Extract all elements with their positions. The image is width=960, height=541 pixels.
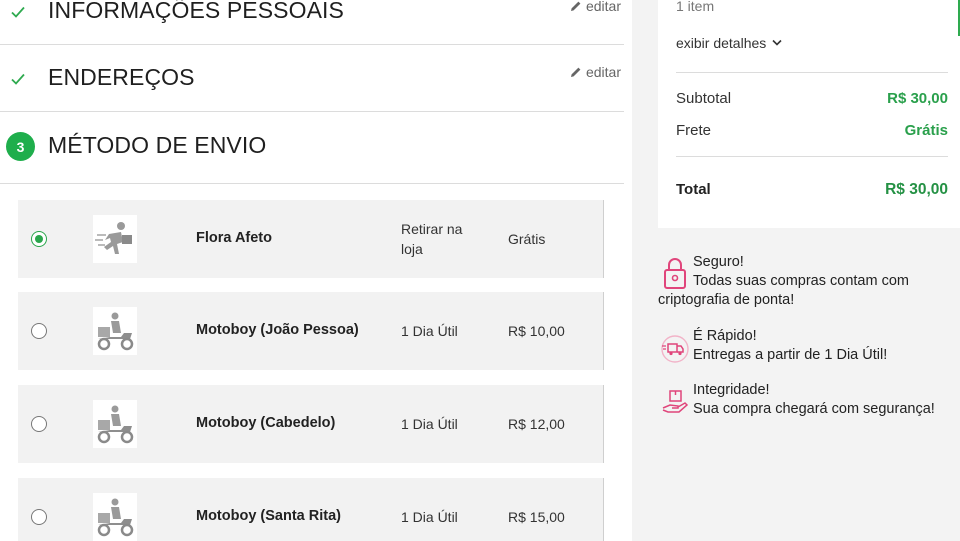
step-title: MÉTODO DE ENVIO <box>48 132 267 158</box>
check-icon <box>10 71 26 91</box>
feature-title: Seguro! <box>693 254 744 270</box>
step-addresses: ENDEREÇOS editar <box>0 45 624 112</box>
shipping-option[interactable]: Motoboy (Cabedelo) 1 Dia Útil R$ 12,00 <box>18 385 604 463</box>
total-value: R$ 30,00 <box>885 181 948 198</box>
subtotal-label: Subtotal <box>676 90 732 107</box>
shipping-name: Motoboy (Cabedelo) <box>196 415 336 431</box>
subtotal-value: R$ 30,00 <box>887 90 948 107</box>
step-shipping-method: 3 MÉTODO DE ENVIO <box>0 112 624 184</box>
shipping-time: 1 Dia Útil <box>401 323 458 339</box>
running-courier-icon <box>93 215 137 263</box>
shipping-label: Frete <box>676 122 712 139</box>
edit-label: editar <box>585 0 621 14</box>
shipping-time: Retirar na loja <box>401 221 463 257</box>
shipping-option[interactable]: Motoboy (Santa Rita) 1 Dia Útil R$ 15,00 <box>18 478 604 541</box>
shipping-option[interactable]: Flora Afeto Retirar na loja Grátis <box>18 200 604 278</box>
shipping-name: Motoboy (Santa Rita) <box>196 508 341 524</box>
step-title: INFORMAÇÕES PESSOAIS <box>48 0 344 23</box>
shipping-name: Flora Afeto <box>196 230 272 246</box>
shipping-radio[interactable] <box>31 231 47 247</box>
shipping-price: R$ 15,00 <box>508 509 565 525</box>
checkout-steps: INFORMAÇÕES PESSOAIS editar ENDEREÇOS ed… <box>0 0 632 541</box>
details-label: exibir detalhes <box>676 35 767 51</box>
items-count: 1 item <box>676 0 715 14</box>
feature-text: Sua compra chegará com segurança! <box>693 401 935 417</box>
motorcycle-delivery-icon <box>93 400 137 448</box>
motorcycle-delivery-icon <box>93 493 137 541</box>
padlock-icon <box>664 258 686 289</box>
pencil-icon <box>570 1 581 11</box>
step-personal-info: INFORMAÇÕES PESSOAIS editar <box>0 0 624 45</box>
feature-secure: Seguro! Todas suas compras contam com cr… <box>658 254 958 314</box>
package-hand-icon <box>662 390 689 413</box>
feature-text: Todas suas compras contam com <box>693 273 909 289</box>
shipping-price: Grátis <box>508 231 546 247</box>
chevron-down-icon <box>772 39 782 46</box>
divider <box>676 156 948 157</box>
delivery-truck-icon <box>661 335 689 363</box>
edit-personal-button[interactable]: editar <box>570 0 621 14</box>
feature-title: Integridade! <box>693 382 770 398</box>
feature-fast: É Rápido! Entregas a partir de 1 Dia Úti… <box>658 328 958 368</box>
shipping-time: 1 Dia Útil <box>401 416 458 432</box>
order-sidebar: 1 item exibir detalhes Subtotal R$ 30,00… <box>632 0 960 541</box>
feature-text: Entregas a partir de 1 Dia Útil! <box>693 347 888 363</box>
feature-title: É Rápido! <box>693 328 757 344</box>
show-details-button[interactable]: exibir detalhes <box>676 35 782 51</box>
shipping-option[interactable]: Motoboy (João Pessoa) 1 Dia Útil R$ 10,0… <box>18 292 604 370</box>
edit-address-button[interactable]: editar <box>570 64 621 80</box>
edit-label: editar <box>585 64 621 80</box>
divider <box>676 72 948 73</box>
order-summary: 1 item exibir detalhes Subtotal R$ 30,00… <box>658 0 960 228</box>
check-icon <box>10 4 26 24</box>
shipping-time: 1 Dia Útil <box>401 509 458 525</box>
shipping-radio[interactable] <box>31 323 47 339</box>
shipping-price: R$ 10,00 <box>508 323 565 339</box>
shipping-name: Motoboy (João Pessoa) <box>196 322 359 338</box>
feature-integrity: Integridade! Sua compra chegará com segu… <box>658 382 958 422</box>
shipping-value: Grátis <box>904 122 948 139</box>
shipping-price: R$ 12,00 <box>508 416 565 432</box>
motorcycle-delivery-icon <box>93 307 137 355</box>
pencil-icon <box>570 67 581 77</box>
feature-text: criptografia de ponta! <box>658 292 795 308</box>
step-title: ENDEREÇOS <box>48 64 195 90</box>
shipping-radio[interactable] <box>31 509 47 525</box>
shipping-radio[interactable] <box>31 416 47 432</box>
total-label: Total <box>676 181 711 198</box>
step-number-badge: 3 <box>6 132 35 161</box>
